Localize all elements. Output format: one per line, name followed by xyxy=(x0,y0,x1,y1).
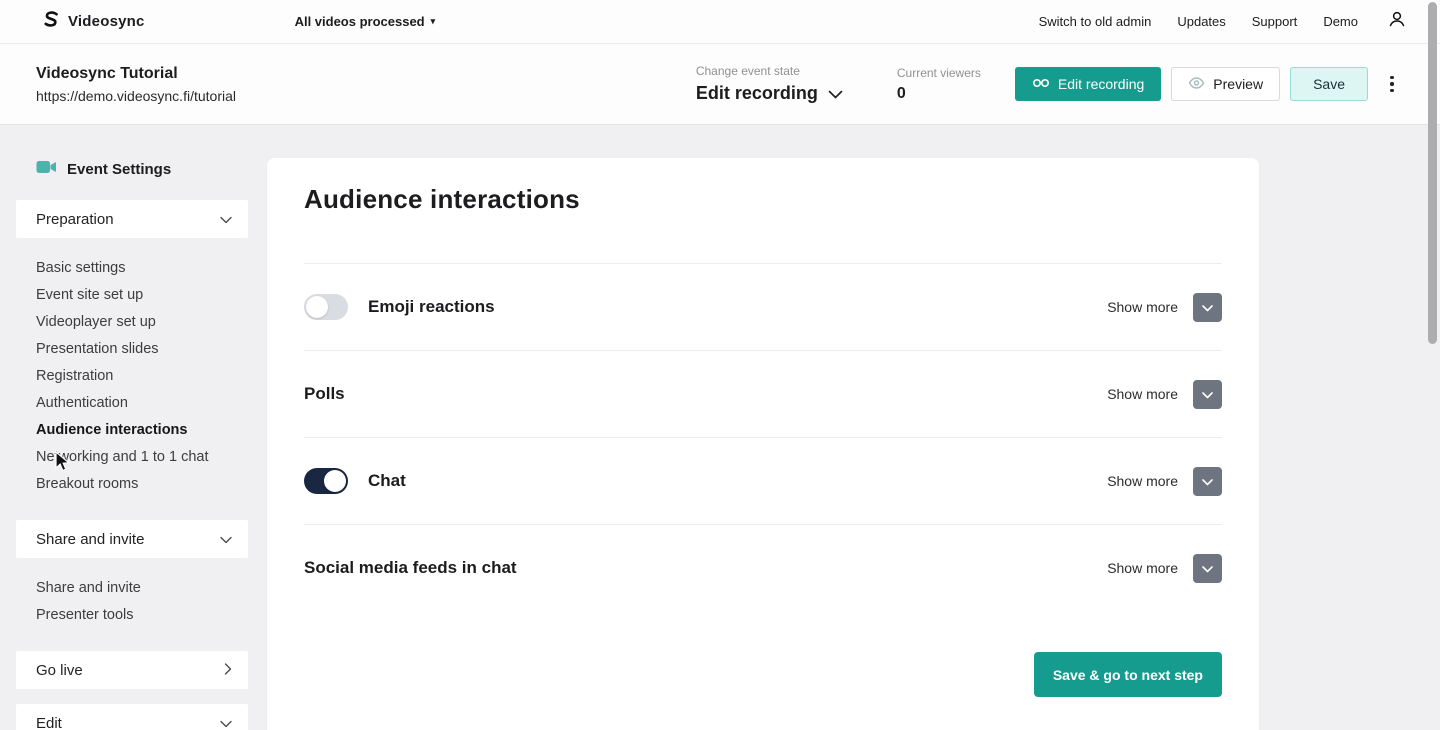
video-camera-icon xyxy=(36,160,57,178)
caret-down-icon: ▾ xyxy=(431,17,436,26)
vertical-scrollbar[interactable] xyxy=(1428,2,1437,344)
emoji-reactions-toggle[interactable] xyxy=(304,294,348,320)
chevron-right-icon xyxy=(224,662,232,679)
event-header-actions: Change event state Edit recording Curren… xyxy=(696,64,1402,104)
feature-label: Polls xyxy=(304,384,345,404)
sidebar-item-event-site-set-up[interactable]: Event site set up xyxy=(36,282,248,309)
sidebar: Event Settings Preparation Basic setting… xyxy=(16,125,248,730)
page-title: Audience interactions xyxy=(304,184,1222,215)
event-state-label: Change event state xyxy=(696,64,843,78)
save-button[interactable]: Save xyxy=(1290,67,1368,101)
videos-processed-dropdown[interactable]: All videos processed ▾ xyxy=(295,14,436,29)
current-viewers-block: Current viewers 0 xyxy=(897,66,981,103)
section-label: Share and invite xyxy=(36,531,144,548)
event-url[interactable]: https://demo.videosync.fi/tutorial xyxy=(36,88,236,104)
expand-row-button[interactable] xyxy=(1193,293,1222,322)
videos-processed-label: All videos processed xyxy=(295,14,425,29)
sidebar-item-authentication[interactable]: Authentication xyxy=(36,390,248,417)
expand-row-button[interactable] xyxy=(1193,554,1222,583)
feature-row-chat: Chat Show more xyxy=(304,437,1222,524)
chevron-down-icon xyxy=(828,83,843,104)
user-menu-button[interactable] xyxy=(1386,8,1408,35)
current-viewers-label: Current viewers xyxy=(897,66,981,80)
save-label: Save xyxy=(1313,76,1345,92)
sidebar-item-videoplayer-set-up[interactable]: Videoplayer set up xyxy=(36,309,248,336)
card-footer: Save & go to next step xyxy=(304,652,1222,697)
nav-link-switch-old-admin[interactable]: Switch to old admin xyxy=(1039,14,1152,29)
chevron-down-icon xyxy=(220,715,232,730)
event-state-block: Change event state Edit recording xyxy=(696,64,843,104)
sidebar-item-breakout-rooms[interactable]: Breakout rooms xyxy=(36,471,248,498)
sidebar-item-networking-1to1-chat[interactable]: Networking and 1 to 1 chat xyxy=(36,444,248,471)
section-label: Go live xyxy=(36,662,83,679)
edit-recording-label: Edit recording xyxy=(1058,76,1144,92)
content-card: Audience interactions Emoji reactions Sh… xyxy=(267,158,1259,730)
feature-row-emoji-reactions: Emoji reactions Show more xyxy=(304,263,1222,350)
feature-label: Social media feeds in chat xyxy=(304,558,517,578)
brand-logo[interactable]: Videosync xyxy=(40,9,145,34)
sidebar-section-preparation[interactable]: Preparation xyxy=(16,200,248,238)
sidebar-item-presentation-slides[interactable]: Presentation slides xyxy=(36,336,248,363)
nav-link-support[interactable]: Support xyxy=(1252,14,1298,29)
show-more-link[interactable]: Show more xyxy=(1107,560,1178,576)
feature-row-polls: Polls Show more xyxy=(304,350,1222,437)
chevron-down-icon xyxy=(220,531,232,548)
main-area: Event Settings Preparation Basic setting… xyxy=(0,125,1440,730)
share-and-invite-items: Share and invite Presenter tools xyxy=(16,558,248,651)
feature-label: Emoji reactions xyxy=(368,297,495,317)
top-navbar: Videosync All videos processed ▾ Switch … xyxy=(0,0,1440,44)
chevron-down-icon xyxy=(1202,300,1213,315)
sidebar-heading-label: Event Settings xyxy=(67,161,171,178)
event-state-value: Edit recording xyxy=(696,83,818,104)
event-header: Videosync Tutorial https://demo.videosyn… xyxy=(0,44,1440,125)
nav-link-updates[interactable]: Updates xyxy=(1177,14,1225,29)
section-label: Preparation xyxy=(36,211,114,228)
current-viewers-count: 0 xyxy=(897,85,981,103)
sidebar-item-basic-settings[interactable]: Basic settings xyxy=(36,255,248,282)
edit-recording-button[interactable]: Edit recording xyxy=(1015,67,1161,101)
record-loop-icon xyxy=(1032,76,1050,92)
chevron-down-icon xyxy=(1202,474,1213,489)
chevron-down-icon xyxy=(1202,387,1213,402)
brand-name: Videosync xyxy=(68,13,145,30)
save-next-step-button[interactable]: Save & go to next step xyxy=(1034,652,1222,697)
feature-row-social-media-feeds: Social media feeds in chat Show more xyxy=(304,524,1222,611)
expand-row-button[interactable] xyxy=(1193,467,1222,496)
chat-toggle[interactable] xyxy=(304,468,348,494)
sidebar-item-registration[interactable]: Registration xyxy=(36,363,248,390)
chevron-down-icon xyxy=(1202,561,1213,576)
kebab-menu-button[interactable] xyxy=(1382,67,1402,101)
feature-label: Chat xyxy=(368,471,406,491)
event-title-block: Videosync Tutorial https://demo.videosyn… xyxy=(36,65,236,104)
preparation-items: Basic settings Event site set up Videopl… xyxy=(16,238,248,520)
sidebar-section-share-and-invite[interactable]: Share and invite xyxy=(16,520,248,558)
sidebar-heading: Event Settings xyxy=(16,160,248,178)
show-more-link[interactable]: Show more xyxy=(1107,473,1178,489)
sidebar-item-share-and-invite[interactable]: Share and invite xyxy=(36,575,248,602)
user-icon xyxy=(1386,8,1408,35)
preview-button[interactable]: Preview xyxy=(1171,67,1280,101)
videosync-s-icon xyxy=(40,9,60,34)
sidebar-section-go-live[interactable]: Go live xyxy=(16,651,248,689)
chevron-down-icon xyxy=(220,211,232,228)
show-more-link[interactable]: Show more xyxy=(1107,386,1178,402)
sidebar-item-audience-interactions[interactable]: Audience interactions xyxy=(36,417,248,444)
section-label: Edit xyxy=(36,715,62,730)
event-title: Videosync Tutorial xyxy=(36,65,236,83)
expand-row-button[interactable] xyxy=(1193,380,1222,409)
sidebar-section-edit[interactable]: Edit xyxy=(16,704,248,730)
nav-link-demo[interactable]: Demo xyxy=(1323,14,1358,29)
eye-icon xyxy=(1188,76,1205,92)
event-state-dropdown[interactable]: Edit recording xyxy=(696,83,843,104)
nav-links: Switch to old admin Updates Support Demo xyxy=(1039,14,1358,29)
preview-label: Preview xyxy=(1213,76,1263,92)
sidebar-item-presenter-tools[interactable]: Presenter tools xyxy=(36,602,248,629)
show-more-link[interactable]: Show more xyxy=(1107,299,1178,315)
